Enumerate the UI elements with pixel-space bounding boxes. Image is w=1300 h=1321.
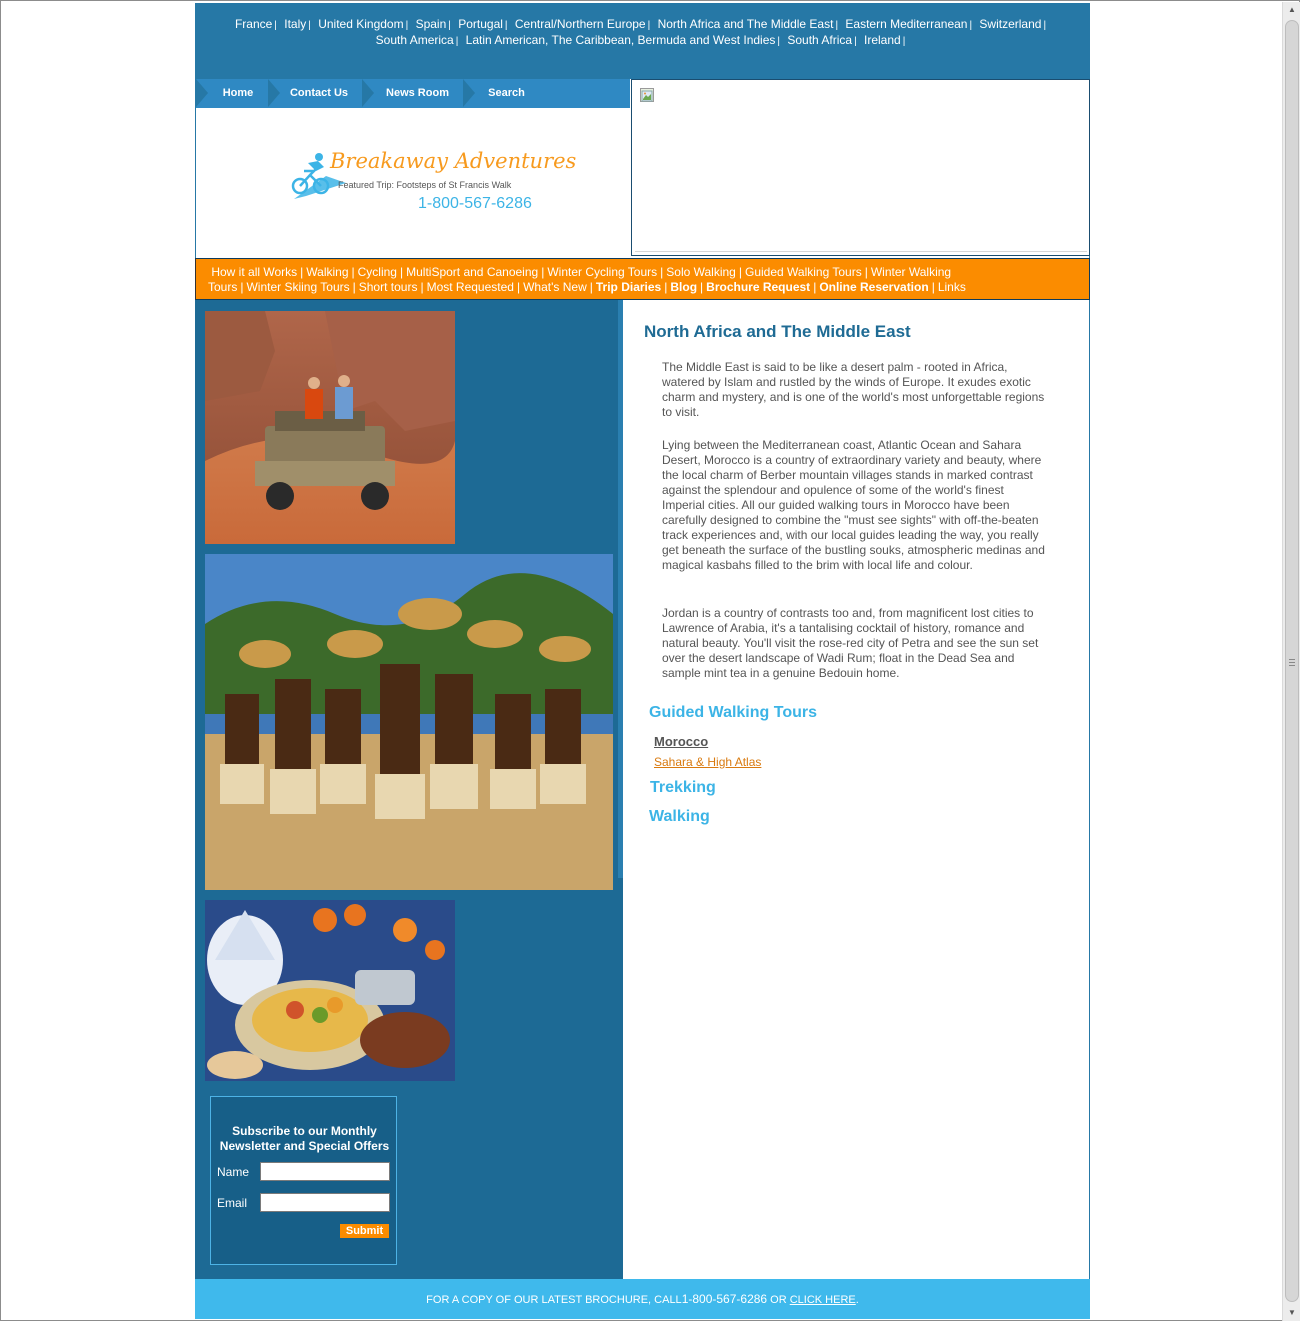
trip-link-sahara[interactable]: Sahara & High Atlas [654,755,761,769]
walking-heading: Walking [649,808,710,825]
dest-link-eastern-med[interactable]: Eastern Mediterranean [845,17,967,31]
destination-row-1: France | Italy | United Kingdom | Spain | Po… [234,17,1047,31]
sidebar: Subscribe to our Monthly Newsletter and … [195,300,623,1279]
activity-link[interactable]: How it all Works [211,265,297,279]
intro-paragraph: The Middle East is said to be like a des… [662,360,1045,419]
header: Home Contact Us News Room Search Breakaw… [195,79,1090,258]
scroll-up-icon[interactable]: ▲ [1284,2,1300,18]
activity-link[interactable]: Links [938,280,966,294]
activity-link[interactable]: MultiSport and Canoeing [406,265,538,279]
activity-link[interactable]: Online Reservation [819,280,928,294]
broken-image-icon [640,88,654,102]
dest-link-spain[interactable]: Spain [416,17,447,31]
activity-link[interactable]: Blog [670,280,697,294]
activity-link[interactable]: Winter Cycling Tours [547,265,657,279]
footer-text: FOR A COPY OF OUR LATEST BROCHURE, CALL [426,1294,682,1306]
click-here-link[interactable]: CLICK HERE [790,1294,856,1306]
nav-search[interactable]: Search [463,79,550,108]
nav-contact-us[interactable]: Contact Us [268,79,370,108]
photo-zulu-dancers [205,554,613,890]
activity-bar: How it all Works | Walking | Cycling | MultiSp… [195,258,1090,300]
activity-link[interactable]: Most Requested [427,280,514,294]
photo-desert-jeep [205,311,455,544]
newsletter-title: Subscribe to our Monthly Newsletter and … [219,1124,390,1153]
dest-link-france[interactable]: France [235,17,272,31]
browser-viewport: France | Italy | United Kingdom | Spain | Po… [0,0,1300,1321]
activity-link[interactable]: What's New [523,280,587,294]
page-title: North Africa and The Middle East [644,322,911,341]
dest-link-uk[interactable]: United Kingdom [318,17,403,31]
photo-moroccan-food [205,900,455,1081]
activity-link[interactable]: Brochure Request [706,280,810,294]
dest-link-latin-america[interactable]: Latin American, The Caribbean, Bermuda a… [466,33,776,47]
dest-link-central-europe[interactable]: Central/Northern Europe [515,17,646,31]
activity-link[interactable]: Cycling [358,265,397,279]
trekking-heading: Trekking [650,779,716,796]
scroll-down-icon[interactable]: ▼ [1284,1305,1300,1321]
vertical-scrollbar[interactable]: ▲ ▼ [1282,2,1300,1321]
morocco-paragraph: Lying between the Mediterranean coast, A… [662,438,1045,572]
featured-trip: Featured Trip: Footsteps of St Francis W… [338,180,512,190]
dest-link-switzerland[interactable]: Switzerland [979,17,1041,31]
activity-link[interactable]: Guided Walking Tours [745,265,862,279]
submit-button[interactable]: Submit [340,1224,389,1238]
email-field[interactable] [260,1193,390,1212]
activity-link[interactable]: Winter Skiing Tours [246,280,349,294]
activity-link[interactable]: Walking [306,265,348,279]
scroll-thumb[interactable] [1285,20,1299,1302]
footer-bar: FOR A COPY OF OUR LATEST BROCHURE, CALL1… [195,1279,1090,1319]
region-link-morocco[interactable]: Morocco [654,734,708,749]
destination-links: France | Italy | United Kingdom | Spain | Po… [195,17,1090,49]
activity-link[interactable]: Trip Diaries [596,280,661,294]
dest-link-south-africa[interactable]: South Africa [787,33,852,47]
activity-links: How it all Works | Walking | Cycling | MultiSp… [208,265,966,294]
dest-link-italy[interactable]: Italy [284,17,306,31]
footer-phone: 1-800-567-6286 [681,1292,768,1306]
email-label: Email [217,1196,248,1210]
dest-link-portugal[interactable]: Portugal [458,17,503,31]
name-field[interactable] [260,1162,390,1181]
logo-phone: 1-800-567-6286 [418,195,532,212]
destination-row-2: South America | Latin American, The Carib… [375,33,906,47]
logo[interactable]: Breakaway Adventures Featured Trip: Foot… [286,141,577,221]
jordan-paragraph: Jordan is a country of contrasts too and… [662,606,1039,680]
dest-link-south-america[interactable]: South America [376,33,454,47]
main-nav: Home Contact Us News Room Search [196,79,630,108]
dest-link-ireland[interactable]: Ireland [864,33,901,47]
activity-link[interactable]: Short tours [359,280,418,294]
name-label: Name [217,1165,250,1179]
destination-bar: France | Italy | United Kingdom | Spain | Po… [195,3,1090,79]
dest-link-north-africa[interactable]: North Africa and The Middle East [658,17,834,31]
brand-name: Breakaway Adventures [330,149,577,173]
main-content: North Africa and The Middle East The Mid… [623,300,1090,1279]
newsletter-box: Subscribe to our Monthly Newsletter and … [210,1096,397,1265]
banner-placeholder [631,79,1090,256]
nav-news-room[interactable]: News Room [362,79,473,108]
guided-walking-heading: Guided Walking Tours [649,704,817,721]
activity-link[interactable]: Solo Walking [666,265,736,279]
page: France | Italy | United Kingdom | Spain | Po… [195,3,1090,1319]
